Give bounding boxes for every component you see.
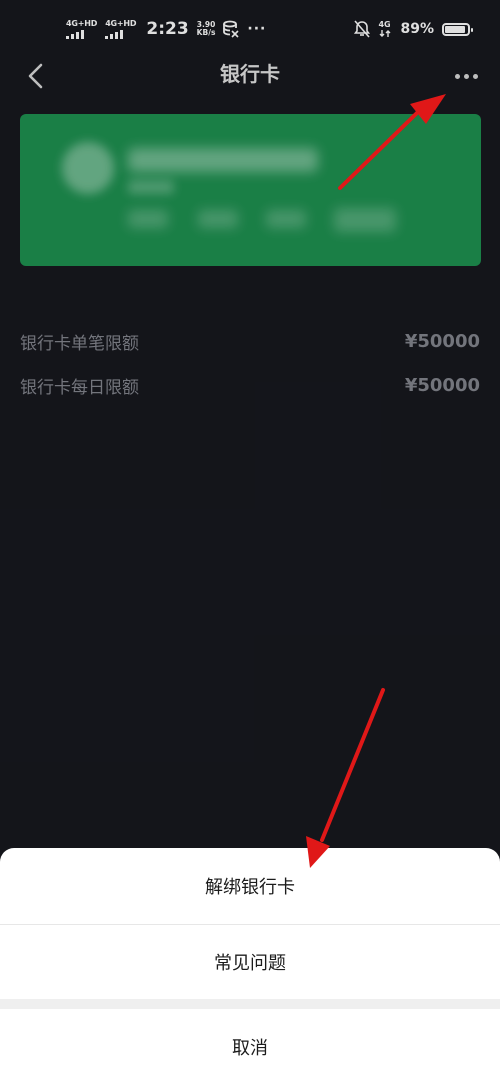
action-sheet: 解绑银行卡 常见问题 取消 bbox=[0, 848, 500, 1084]
faq-button[interactable]: 常见问题 bbox=[0, 925, 500, 999]
cancel-button[interactable]: 取消 bbox=[0, 1009, 500, 1084]
sheet-separator bbox=[0, 999, 500, 1009]
unbind-card-button[interactable]: 解绑银行卡 bbox=[0, 848, 500, 924]
